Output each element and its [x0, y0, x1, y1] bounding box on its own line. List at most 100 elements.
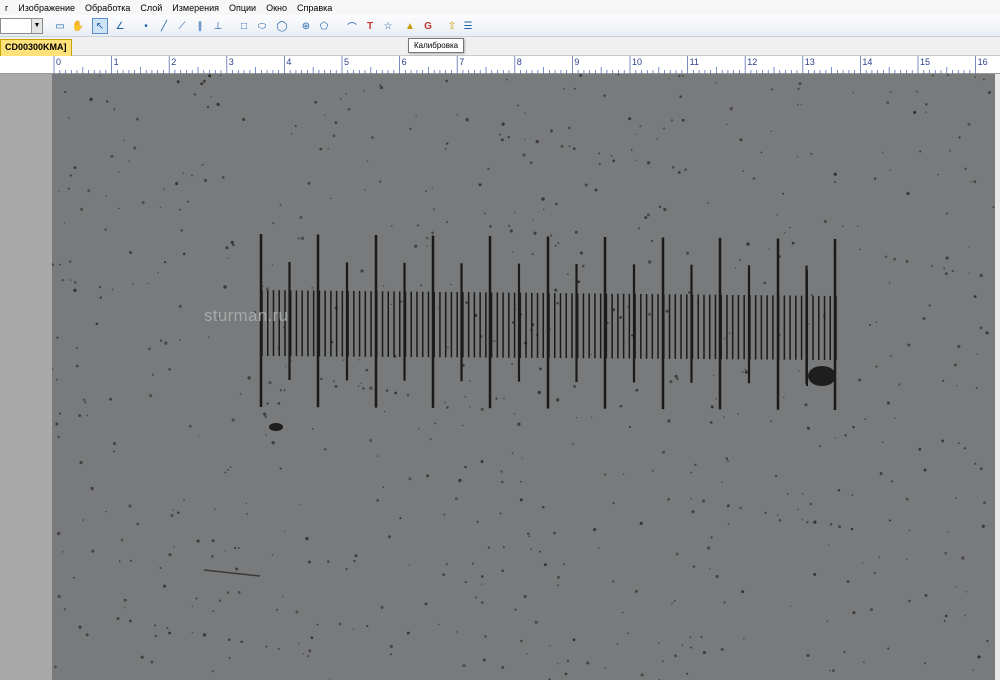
chevron-down-icon[interactable]: ▼ [31, 19, 42, 33]
dust-speck [572, 638, 576, 642]
dust-speck [514, 608, 517, 611]
dust-speck [450, 283, 452, 286]
perpendicular-icon[interactable]: ⊥ [210, 18, 226, 34]
dust-speck [124, 607, 126, 609]
dust-speck [856, 225, 859, 227]
dust-speck [242, 117, 246, 121]
dust-speck [604, 667, 606, 669]
dust-speck [332, 134, 336, 138]
rectangle-icon[interactable]: □ [236, 18, 252, 34]
dust-speck [118, 560, 121, 562]
dust-speck [913, 110, 917, 114]
image-viewport[interactable]: sturman.ru [52, 74, 995, 680]
menu-item-1[interactable]: Изображение [13, 3, 80, 13]
ellipse-icon[interactable]: ⬭ [254, 18, 270, 34]
polyline-icon[interactable]: ⟋ [174, 18, 190, 34]
dust-speck [844, 434, 847, 437]
ruler-label: 12 [747, 57, 757, 67]
menu-item-5[interactable]: Опции [224, 3, 261, 13]
menu-item-4[interactable]: Измерения [167, 3, 224, 13]
dust-speck [789, 605, 792, 607]
dust-speck [610, 154, 613, 157]
dust-speck [338, 622, 342, 626]
dust-speck [894, 417, 896, 420]
menu-item-7[interactable]: Справка [292, 3, 337, 13]
dust-speck [408, 477, 412, 481]
polygon-icon[interactable]: ⬠ [316, 18, 332, 34]
dust-speck [784, 232, 786, 234]
dust-speck [578, 74, 583, 78]
dust-speck [797, 87, 800, 90]
dust-speck [147, 282, 149, 285]
dust-speck [502, 546, 505, 549]
dust-speck [390, 303, 393, 305]
dust-speck [859, 248, 861, 251]
dust-speck [379, 85, 384, 90]
dust-speck [945, 256, 949, 260]
line-icon[interactable]: ╱ [156, 18, 172, 34]
dust-speck [434, 422, 437, 425]
dust-speck [388, 535, 391, 539]
dust-speck [247, 376, 251, 380]
dust-speck [59, 263, 61, 266]
dust-speck [369, 386, 373, 390]
dust-speck [603, 94, 606, 97]
stack-icon[interactable]: ☰ [460, 18, 476, 34]
calibration-icon[interactable]: ▲ [402, 18, 418, 34]
menu-item-2[interactable]: Обработка [80, 3, 135, 13]
layer-combo[interactable]: ▼ [0, 18, 43, 34]
hand-icon[interactable]: ✋ [70, 18, 86, 34]
dust-speck [863, 661, 865, 663]
menu-item-3[interactable]: Слой [135, 3, 167, 13]
dust-speck [674, 654, 678, 658]
g-icon[interactable]: G [420, 18, 436, 34]
pointer-icon[interactable]: ↖ [92, 18, 108, 34]
dust-speck [841, 225, 844, 228]
text-icon[interactable]: T [362, 18, 378, 34]
dust-speck [553, 531, 556, 535]
count-icon[interactable]: ⊛ [298, 18, 314, 34]
dust-speck [469, 406, 471, 408]
dust-speck [873, 177, 877, 180]
scroll-edge[interactable] [995, 74, 1000, 680]
point-icon[interactable]: • [138, 18, 154, 34]
dust-speck [881, 441, 884, 444]
dust-speck [522, 153, 526, 157]
dust-speck [178, 304, 182, 308]
menu-item-6[interactable]: Окно [261, 3, 292, 13]
dust-speck [661, 660, 664, 663]
menu-item-0[interactable]: г [0, 3, 13, 13]
tab-document[interactable]: CD00300KMA] [0, 39, 72, 56]
dust-speck [906, 191, 910, 196]
dust-speck [464, 580, 467, 584]
dust-speck [308, 649, 312, 653]
dust-speck [810, 152, 813, 155]
export-icon[interactable]: ⇧ [444, 18, 460, 34]
dust-speck [674, 374, 678, 378]
star-icon[interactable]: ☆ [380, 18, 396, 34]
dust-speck [526, 653, 528, 655]
dust-speck [603, 473, 607, 476]
dust-speck [345, 567, 348, 571]
dust-speck [709, 568, 711, 570]
dust-speck [542, 506, 545, 509]
dust-speck [715, 398, 718, 400]
dust-speck [977, 655, 981, 659]
dust-speck [979, 467, 983, 471]
dust-speck [689, 636, 692, 638]
select-rect-icon[interactable]: ▭ [52, 18, 68, 34]
dust-speck [57, 594, 61, 598]
dust-speck [191, 174, 193, 177]
dust-speck [164, 341, 168, 345]
dust-speck [246, 512, 248, 515]
parallel-icon[interactable]: ∥ [192, 18, 208, 34]
dust-speck [166, 626, 169, 629]
circle-icon[interactable]: ◯ [274, 18, 290, 34]
angle-icon[interactable]: ∠ [112, 18, 128, 34]
dust-speck [157, 272, 159, 274]
arc-icon[interactable]: ⌒ [344, 18, 360, 34]
dust-speck [734, 267, 737, 269]
dust-speck [851, 494, 854, 497]
dust-speck [774, 474, 778, 478]
dust-speck [345, 92, 347, 95]
